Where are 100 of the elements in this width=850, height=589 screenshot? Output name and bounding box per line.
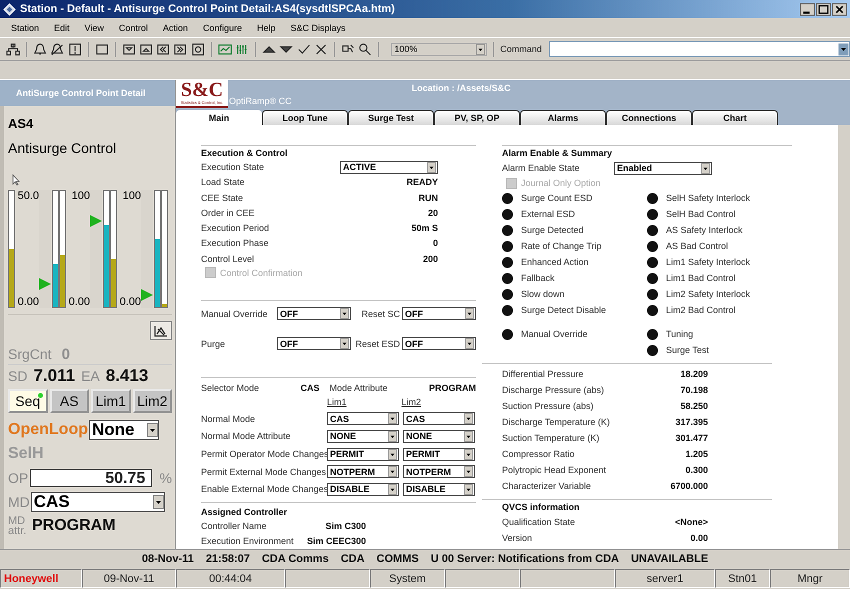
- alarm-page-icon[interactable]: [68, 42, 82, 56]
- menu-item[interactable]: S&C Displays: [290, 22, 346, 32]
- scale-min-label: 0.00: [120, 296, 141, 308]
- indicator-label: Surge Detected: [521, 225, 584, 235]
- menu-item[interactable]: Action: [162, 22, 188, 32]
- scale-min-label: 0.00: [18, 296, 39, 308]
- mode-attribute-label: MD attr.: [8, 516, 28, 536]
- section-title: Assigned Controller: [201, 507, 288, 519]
- open-loop-dropdown[interactable]: None: [88, 420, 159, 440]
- caret-icon: [463, 430, 474, 442]
- bell-icon[interactable]: [33, 42, 48, 56]
- mode-button[interactable]: AS: [50, 389, 89, 413]
- mode-button[interactable]: Lim1: [91, 389, 130, 413]
- caret-icon: [146, 421, 158, 439]
- search-icon[interactable]: [358, 42, 372, 56]
- limit-dropdown[interactable]: DISABLE: [403, 482, 475, 496]
- field-label: Control Level: [201, 254, 254, 264]
- state-dropdown[interactable]: ACTIVE: [340, 160, 438, 174]
- caret-icon: [426, 162, 437, 173]
- pen-chart-icon: [153, 324, 169, 338]
- field-value: 0.00: [689, 533, 708, 543]
- output-field[interactable]: 50.75: [30, 469, 152, 487]
- page-up-icon[interactable]: [139, 42, 154, 56]
- menu-item[interactable]: Control: [118, 22, 148, 32]
- field-value: <None>: [674, 517, 708, 527]
- tab[interactable]: PV, SP, OP: [434, 110, 520, 125]
- field-value: CAS: [300, 383, 320, 394]
- caret-icon: [464, 308, 475, 320]
- trend-icon[interactable]: [218, 42, 232, 56]
- switch-dropdown[interactable]: OFF: [402, 307, 476, 320]
- field-label: Compressor Ratio: [502, 449, 576, 459]
- command-field[interactable]: [548, 41, 850, 57]
- limit-dropdown[interactable]: NONE: [403, 430, 475, 443]
- refresh-icon[interactable]: [190, 42, 205, 56]
- tab[interactable]: Alarms: [520, 110, 606, 125]
- limit-dropdown[interactable]: NOTPERM: [403, 465, 475, 478]
- menu-item[interactable]: Edit: [54, 22, 70, 32]
- caret-icon: [475, 44, 486, 54]
- trend-button[interactable]: [150, 321, 172, 340]
- switch-dropdown[interactable]: OFF: [277, 337, 351, 350]
- limit-dropdown[interactable]: CAS: [403, 412, 475, 426]
- menu-item[interactable]: Configure: [202, 22, 242, 32]
- field-label: Discharge Temperature (K): [502, 417, 611, 427]
- mode-dropdown[interactable]: CAS: [30, 492, 165, 512]
- hierarchy-icon[interactable]: [6, 42, 20, 56]
- limit-dropdown[interactable]: NONE: [327, 430, 399, 443]
- indicator-label: Enhanced Action: [521, 257, 589, 267]
- window-title: Station - Default - Antisurge Control Point Detail:AS4(sysdtlSPCAa.htm): [20, 3, 396, 15]
- indicator-label: Lim1 Bad Control: [666, 273, 736, 283]
- limit-dropdown[interactable]: DISABLE: [327, 482, 399, 496]
- indicator-label: Tuning: [666, 329, 694, 339]
- field-label: Suction Pressure (abs): [502, 401, 595, 411]
- menu-item[interactable]: View: [84, 22, 104, 32]
- tab[interactable]: Loop Tune: [262, 110, 348, 125]
- status-field: Stn01: [715, 569, 770, 588]
- switch-dropdown[interactable]: OFF: [277, 307, 351, 320]
- mode-button[interactable]: Seq: [8, 389, 48, 413]
- field-label: Execution Environment: [201, 536, 294, 546]
- status-field: 00:44:04: [176, 569, 285, 588]
- mode-label: MD: [8, 494, 30, 510]
- fast-forward-icon[interactable]: [173, 42, 188, 56]
- maximize-icon[interactable]: [816, 2, 831, 16]
- tab[interactable]: Connections: [606, 110, 692, 125]
- section-title: QVCS information: [502, 502, 581, 514]
- mode-button[interactable]: Lim2: [132, 389, 172, 413]
- field-value: 70.198: [679, 385, 708, 395]
- field-label: Normal Mode Attribute: [201, 431, 292, 442]
- open-loop-label: OpenLoop: [8, 421, 88, 439]
- section-title: Execution & Control: [201, 148, 289, 160]
- point-description: Antisurge Control: [8, 140, 118, 156]
- caret-icon: [463, 484, 474, 495]
- limit-dropdown[interactable]: PERMIT: [327, 448, 399, 461]
- tab[interactable]: Chart: [692, 110, 778, 125]
- field-label: Mode Attribute: [330, 383, 388, 394]
- indicator-label: SelH Safety Interlock: [666, 193, 750, 203]
- limit-dropdown[interactable]: NOTPERM: [327, 465, 399, 478]
- close-icon[interactable]: [832, 2, 847, 16]
- indicator-label: Surge Test: [666, 345, 709, 355]
- field-value: 0.300: [684, 465, 708, 475]
- op-label: OP: [8, 470, 28, 486]
- field-label: Version: [502, 533, 534, 543]
- status-field: Mngr: [770, 569, 850, 588]
- switch-dropdown[interactable]: OFF: [402, 337, 476, 350]
- minimize-icon[interactable]: [800, 2, 815, 16]
- field-value: 18.209: [679, 369, 708, 379]
- page-icon[interactable]: [94, 42, 109, 56]
- menu-item[interactable]: Station: [11, 22, 40, 32]
- menu-item[interactable]: Help: [256, 22, 276, 32]
- indicator-label: AS Safety Interlock: [666, 225, 743, 235]
- bell-slash-icon[interactable]: [50, 42, 65, 56]
- tab[interactable]: Surge Test: [348, 110, 434, 125]
- ea-label: EA: [81, 368, 100, 384]
- zoom-dropdown[interactable]: 100%: [391, 42, 488, 56]
- mode-attribute-value: PROGRAM: [32, 517, 116, 535]
- alarm-enable-dropdown[interactable]: Enabled: [614, 162, 712, 174]
- limit-dropdown[interactable]: CAS: [327, 412, 399, 426]
- tab[interactable]: Main: [176, 110, 262, 125]
- page-down-icon[interactable]: [122, 42, 136, 56]
- rewind-icon[interactable]: [156, 42, 170, 56]
- limit-dropdown[interactable]: PERMIT: [403, 448, 475, 461]
